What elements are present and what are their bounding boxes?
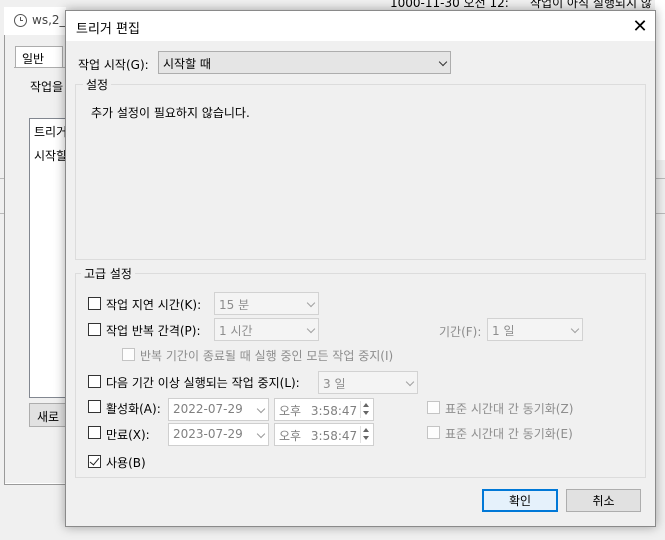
- activate-time-field[interactable]: 오후 3:58:47: [274, 398, 374, 421]
- stop-longer-checkbox[interactable]: [88, 375, 101, 388]
- background-divider: [0, 213, 4, 214]
- background-divider: [0, 178, 4, 179]
- activate-date-picker[interactable]: 2022-07-29: [168, 398, 269, 421]
- expire-sync-label[interactable]: 표준 시간대 간 동기화(E): [445, 425, 573, 442]
- begin-task-value: 시작할 때: [163, 57, 211, 71]
- expire-date-value: 2023-07-29: [173, 427, 243, 441]
- ok-button[interactable]: 확인: [482, 489, 558, 512]
- activate-sync-checkbox[interactable]: [427, 401, 440, 414]
- spin-down-icon[interactable]: [363, 411, 369, 415]
- expire-time-value: 3:58:47: [310, 429, 358, 443]
- stop-all-label[interactable]: 반복 기간이 종료될 때 실행 중인 모든 작업 중지(I): [140, 347, 393, 364]
- activate-label[interactable]: 활성화(A):: [106, 400, 161, 417]
- stop-longer-label[interactable]: 다음 기간 이상 실행되는 작업 중지(L):: [106, 374, 300, 391]
- stop-longer-select[interactable]: 3 일: [318, 371, 418, 394]
- enabled-checkbox[interactable]: [88, 455, 101, 468]
- activate-time-value: 3:58:47: [310, 404, 358, 418]
- cancel-button[interactable]: 취소: [566, 489, 641, 512]
- advanced-settings-label: 고급 설정: [81, 265, 135, 282]
- background-divider: [655, 178, 665, 179]
- expire-time-field[interactable]: 오후 3:58:47: [274, 423, 374, 446]
- background-divider: [655, 213, 665, 214]
- chevron-down-icon: [405, 377, 415, 387]
- delay-select[interactable]: 15 분: [214, 292, 319, 315]
- activate-date-value: 2022-07-29: [173, 402, 243, 416]
- background-right-area: [655, 0, 665, 160]
- tab-divider: [14, 67, 66, 68]
- chevron-down-icon: [306, 298, 316, 308]
- trigger-list-header[interactable]: 트리거: [34, 123, 67, 140]
- expire-time-spinner[interactable]: [360, 426, 371, 443]
- chevron-down-icon: [256, 404, 266, 414]
- expire-sync-checkbox[interactable]: [427, 426, 440, 439]
- duration-value: 1 일: [492, 324, 515, 338]
- background-window-title: ws,2_i: [32, 13, 69, 27]
- duration-label: 기간(F):: [439, 325, 482, 339]
- chevron-down-icon: [438, 57, 448, 67]
- stop-all-checkbox[interactable]: [122, 348, 135, 361]
- tab-general[interactable]: 일반: [15, 46, 63, 68]
- expire-label[interactable]: 만료(X):: [106, 426, 150, 443]
- begin-task-label: 작업 시작(G):: [78, 58, 149, 72]
- trigger-list-row[interactable]: 시작할: [34, 147, 67, 164]
- chevron-down-icon: [570, 324, 580, 334]
- settings-info-text: 추가 설정이 필요하지 않습니다.: [91, 106, 250, 120]
- delay-label[interactable]: 작업 지연 시간(K):: [106, 296, 201, 313]
- dialog-titlebar[interactable]: [66, 11, 655, 41]
- activate-ampm: 오후: [279, 404, 302, 418]
- chevron-down-icon: [256, 429, 266, 439]
- activate-time-spinner[interactable]: [360, 401, 371, 418]
- dialog-title: 트리거 편집: [76, 22, 140, 37]
- activate-checkbox[interactable]: [88, 400, 101, 413]
- activate-sync-label[interactable]: 표준 시간대 간 동기화(Z): [445, 400, 573, 417]
- duration-select[interactable]: 1 일: [487, 318, 583, 341]
- repeat-value: 1 시간: [219, 324, 253, 338]
- delay-checkbox[interactable]: [88, 297, 101, 310]
- delay-value: 15 분: [219, 298, 250, 312]
- spin-up-icon[interactable]: [363, 403, 369, 407]
- spin-down-icon[interactable]: [363, 436, 369, 440]
- chevron-down-icon: [306, 324, 316, 334]
- new-trigger-button[interactable]: 새로: [29, 403, 66, 427]
- begin-task-select[interactable]: 시작할 때: [158, 51, 451, 74]
- spin-up-icon[interactable]: [363, 428, 369, 432]
- expire-ampm: 오후: [279, 429, 302, 443]
- expire-date-picker[interactable]: 2023-07-29: [168, 423, 269, 446]
- background-task-label: 작업을: [30, 80, 64, 94]
- stop-longer-value: 3 일: [323, 377, 346, 391]
- repeat-checkbox[interactable]: [88, 323, 101, 336]
- enabled-label[interactable]: 사용(B): [106, 454, 146, 471]
- settings-group-label: 설정: [83, 76, 112, 93]
- clock-icon: [14, 14, 27, 27]
- expire-checkbox[interactable]: [88, 426, 101, 439]
- repeat-label[interactable]: 작업 반복 간격(P):: [106, 322, 201, 339]
- close-icon[interactable]: ✕: [624, 11, 656, 41]
- repeat-select[interactable]: 1 시간: [214, 318, 319, 341]
